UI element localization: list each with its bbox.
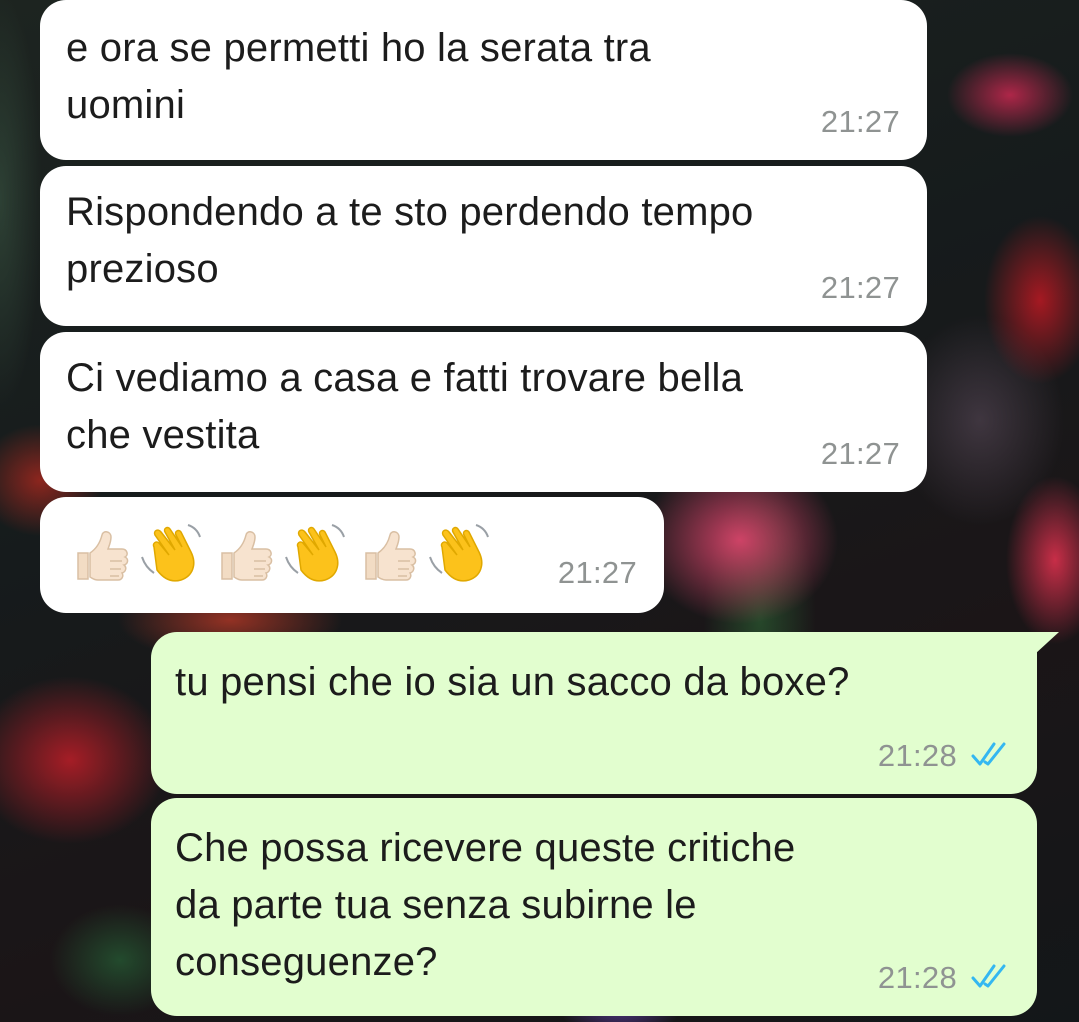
message-bubble-incoming[interactable]: Ci vediamo a casa e fatti trovare bella … — [40, 332, 927, 492]
thumbs-up-icon — [77, 531, 129, 581]
emoji-row — [64, 513, 496, 593]
read-receipt-icon — [971, 964, 1006, 988]
thumbs-up-icon — [221, 531, 273, 581]
message-text: Che possa ricevere queste critiche da pa… — [175, 826, 796, 984]
message-bubble-incoming-emoji[interactable]: 21:27 — [40, 497, 664, 613]
waving-hand-icon — [429, 524, 489, 582]
message-time: 21:27 — [820, 270, 900, 305]
message-bubble-outgoing[interactable]: Che possa ricevere queste critiche da pa… — [151, 798, 1037, 1016]
message-text: tu pensi che io sia un sacco da boxe? — [175, 660, 850, 704]
thumbs-up-icon — [365, 531, 417, 581]
message-time: 21:27 — [820, 104, 900, 139]
waving-hand-icon — [285, 524, 345, 582]
message-text: Rispondendo a te sto perdendo tempo prez… — [66, 190, 754, 291]
message-text: e ora se permetti ho la serata tra uomin… — [66, 26, 651, 127]
bubble-tail — [1035, 632, 1059, 654]
message-time: 21:28 — [877, 960, 957, 995]
message-time: 21:28 — [877, 738, 957, 773]
message-bubble-incoming[interactable]: Rispondendo a te sto perdendo tempo prez… — [40, 166, 927, 326]
message-time: 21:27 — [820, 436, 900, 471]
message-text: Ci vediamo a casa e fatti trovare bella … — [66, 356, 744, 457]
waving-hand-icon — [141, 524, 201, 582]
message-time: 21:27 — [557, 555, 637, 590]
read-receipt-icon — [971, 742, 1006, 766]
message-bubble-outgoing[interactable]: tu pensi che io sia un sacco da boxe? 21… — [151, 632, 1059, 794]
message-bubble-incoming[interactable]: e ora se permetti ho la serata tra uomin… — [40, 0, 927, 160]
